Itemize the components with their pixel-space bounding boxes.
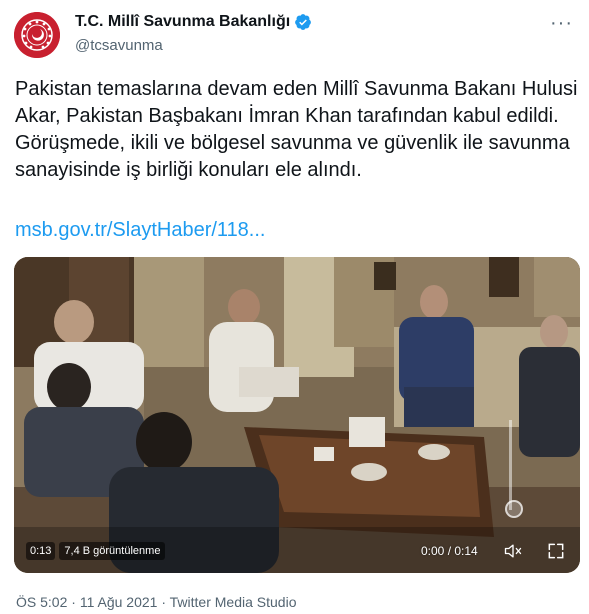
speaker-muted-icon[interactable] [503, 541, 523, 561]
time-display: 0:00 / 0:14 [421, 544, 478, 558]
account-handle[interactable]: @tcsavunma [75, 37, 163, 54]
tweet-date[interactable]: 11 Ağu 2021 [80, 594, 158, 610]
view-count: 7,4 B görüntülenme [59, 542, 166, 560]
volume-slider-handle[interactable] [505, 500, 523, 518]
avatar[interactable] [14, 12, 60, 58]
tweet-link[interactable]: msb.gov.tr/SlaytHaber/118... [15, 219, 265, 242]
tweet-time[interactable]: ÖS 5:02 [16, 594, 67, 610]
tweet-metadata: ÖS 5:02 · 11 Ağu 2021 · Twitter Media St… [16, 594, 296, 610]
elapsed-time: 0:13 [26, 542, 56, 560]
separator: · [161, 594, 166, 610]
ministry-emblem-icon [14, 12, 60, 58]
separator: · [71, 594, 76, 610]
fullscreen-icon[interactable] [546, 541, 566, 561]
display-name[interactable]: T.C. Millî Savunma Bakanlığı [75, 13, 312, 31]
video-player[interactable] [14, 257, 580, 573]
video-info-badge: 0:13 7,4 B görüntülenme [26, 540, 166, 562]
display-name-text: T.C. Millî Savunma Bakanlığı [75, 13, 291, 30]
verified-badge-icon [295, 14, 312, 30]
tweet-source[interactable]: Twitter Media Studio [170, 594, 297, 610]
video-frame [14, 257, 580, 573]
tweet-text: Pakistan temaslarına devam eden Millî Sa… [15, 78, 578, 181]
volume-slider-track[interactable] [509, 420, 512, 510]
more-options-button[interactable]: ··· [550, 12, 573, 35]
